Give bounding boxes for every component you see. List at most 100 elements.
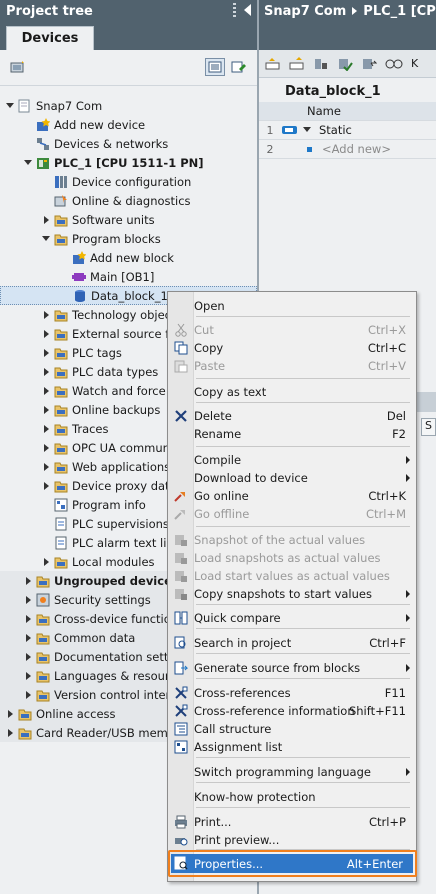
menu-item-download-to-device[interactable]: Download to device (168, 469, 416, 487)
menu-shortcut: Ctrl+C (367, 341, 406, 355)
expand-arrow-icon[interactable] (24, 614, 34, 624)
menu-item-call-structure[interactable]: Call structure (168, 720, 416, 738)
menu-item-copy[interactable]: Copy Ctrl+C (168, 339, 416, 357)
menu-item-copy-as-text[interactable]: Copy as text (168, 383, 416, 401)
expand-arrow-icon[interactable] (6, 728, 16, 738)
expand-arrow-icon[interactable] (24, 671, 34, 681)
tree-item-label: Ungrouped devices (54, 573, 179, 588)
tree-item[interactable]: Software units (0, 210, 257, 229)
expand-arrow-icon[interactable] (24, 576, 34, 586)
menu-item-label: Go online (194, 489, 249, 503)
menu-item-print-preview[interactable]: Print preview... (168, 831, 416, 849)
print-icon (174, 815, 188, 829)
folder-icon (54, 460, 68, 474)
expand-arrow-icon[interactable] (42, 462, 52, 472)
row-name: Static (319, 123, 352, 137)
menu-item-assignment-list[interactable]: Assignment list (168, 738, 416, 756)
grid-header-row: Name (259, 102, 436, 121)
insert-row-icon[interactable] (265, 57, 281, 71)
expand-static-icon[interactable] (303, 125, 313, 135)
call-structure-icon (174, 722, 188, 736)
tab-devices[interactable]: Devices (6, 26, 94, 50)
menu-item-paste[interactable]: Paste Ctrl+V (168, 357, 416, 375)
tree-item[interactable]: Device configuration (0, 172, 257, 191)
keep-values-icon[interactable] (337, 57, 353, 71)
toolbar-letter[interactable]: K (411, 57, 418, 70)
add-row-icon[interactable] (289, 56, 305, 71)
expand-arrow-icon[interactable] (42, 481, 52, 491)
expand-arrow-icon[interactable] (24, 652, 34, 662)
menu-item-label: Snapshot of the actual values (194, 533, 366, 547)
tree-item-label: Documentation sett (54, 649, 169, 664)
expand-arrow-icon[interactable] (42, 443, 52, 453)
tree-item-label: PLC data types (72, 364, 159, 379)
snapshot-toolbar-icon[interactable] (313, 57, 329, 71)
breadcrumb-project[interactable]: Snap7 Com (264, 4, 346, 19)
expand-arrow-icon[interactable] (42, 348, 52, 358)
collapse-left-icon[interactable] (244, 4, 251, 16)
menu-item-go-offline[interactable]: Go offline Ctrl+M (168, 505, 416, 523)
menu-item-rename[interactable]: Rename F2 (168, 425, 416, 443)
menu-item-open[interactable]: Open (168, 297, 416, 315)
tree-item[interactable]: Devices & networks (0, 134, 257, 153)
inspector-tab[interactable]: S (421, 418, 436, 436)
table-row[interactable]: 1 Static (259, 121, 436, 140)
menu-item-load-snapshots-as-actual-values[interactable]: Load snapshots as actual values (168, 549, 416, 567)
expand-arrow-icon[interactable] (6, 709, 16, 719)
column-header-name[interactable]: Name (259, 104, 341, 118)
monitor-icon[interactable] (385, 57, 403, 71)
menu-item-label: Generate source from blocks (194, 661, 361, 675)
collapse-arrow-icon[interactable] (24, 158, 34, 168)
expand-arrow-icon[interactable] (42, 367, 52, 377)
assignment-list-icon (174, 740, 188, 754)
menu-item-cross-reference-information[interactable]: Cross-reference information Shift+F11 (168, 702, 416, 720)
collapse-arrow-icon[interactable] (42, 234, 52, 244)
tree-item[interactable]: PLC_1 [CPU 1511-1 PN] (0, 153, 257, 172)
tree-item[interactable]: Add new device (0, 115, 257, 134)
expand-arrow-icon[interactable] (42, 405, 52, 415)
menu-item-generate-source-from-blocks[interactable]: Generate source from blocks (168, 659, 416, 677)
menu-item-go-online[interactable]: Go online Ctrl+K (168, 487, 416, 505)
menu-item-delete[interactable]: Delete Del (168, 407, 416, 425)
menu-item-cross-references[interactable]: Cross-references F11 (168, 684, 416, 702)
tree-item[interactable]: Snap7 Com (0, 96, 257, 115)
expand-arrow-icon[interactable] (42, 215, 52, 225)
menu-item-print[interactable]: Print... Ctrl+P (168, 813, 416, 831)
tree-item[interactable]: Program blocks (0, 229, 257, 248)
menu-item-switch-programming-language[interactable]: Switch programming language (168, 763, 416, 781)
no-arrow (61, 291, 71, 301)
load-values-icon[interactable] (361, 57, 377, 71)
menu-item-cut[interactable]: Cut Ctrl+X (168, 321, 416, 339)
tree-item-label: PLC_1 [CPU 1511-1 PN] (54, 155, 204, 170)
menu-item-compile[interactable]: Compile (168, 451, 416, 469)
menu-shortcut: Ctrl+M (365, 507, 406, 521)
tree-item[interactable]: Online & diagnostics (0, 191, 257, 210)
delete-x-icon (174, 409, 188, 423)
menu-item-search-in-project[interactable]: Search in project Ctrl+F (168, 634, 416, 652)
view-list-icon[interactable] (205, 58, 225, 76)
collapse-arrow-icon[interactable] (6, 101, 16, 111)
expand-arrow-icon[interactable] (24, 690, 34, 700)
expand-arrow-icon[interactable] (24, 595, 34, 605)
tree-item[interactable]: Add new block (0, 248, 257, 267)
grip-icon[interactable] (233, 3, 236, 17)
menu-item-know-how-protection[interactable]: Know-how protection (168, 788, 416, 806)
menu-item-load-start-values-as-actual-values[interactable]: Load start values as actual values (168, 567, 416, 585)
update-icon[interactable] (229, 58, 249, 76)
cross-ref-icon (174, 686, 188, 700)
expand-arrow-icon[interactable] (42, 557, 52, 567)
breadcrumb-plc[interactable]: PLC_1 [CPU (363, 4, 436, 19)
expand-arrow-icon[interactable] (42, 424, 52, 434)
expand-arrow-icon[interactable] (42, 310, 52, 320)
menu-item-copy-snapshots-to-start-values[interactable]: Copy snapshots to start values (168, 585, 416, 603)
folder-icon (36, 669, 50, 683)
menu-item-snapshot-of-the-actual-values[interactable]: Snapshot of the actual values (168, 531, 416, 549)
expand-arrow-icon[interactable] (42, 386, 52, 396)
expand-arrow-icon[interactable] (42, 329, 52, 339)
expand-arrow-icon[interactable] (24, 633, 34, 643)
add-new-placeholder[interactable]: <Add new> (322, 142, 391, 156)
menu-item-quick-compare[interactable]: Quick compare (168, 609, 416, 627)
add-device-toolbar-icon[interactable] (8, 58, 28, 76)
tree-item[interactable]: Main [OB1] (0, 267, 257, 286)
table-row[interactable]: 2 <Add new> (259, 140, 436, 159)
